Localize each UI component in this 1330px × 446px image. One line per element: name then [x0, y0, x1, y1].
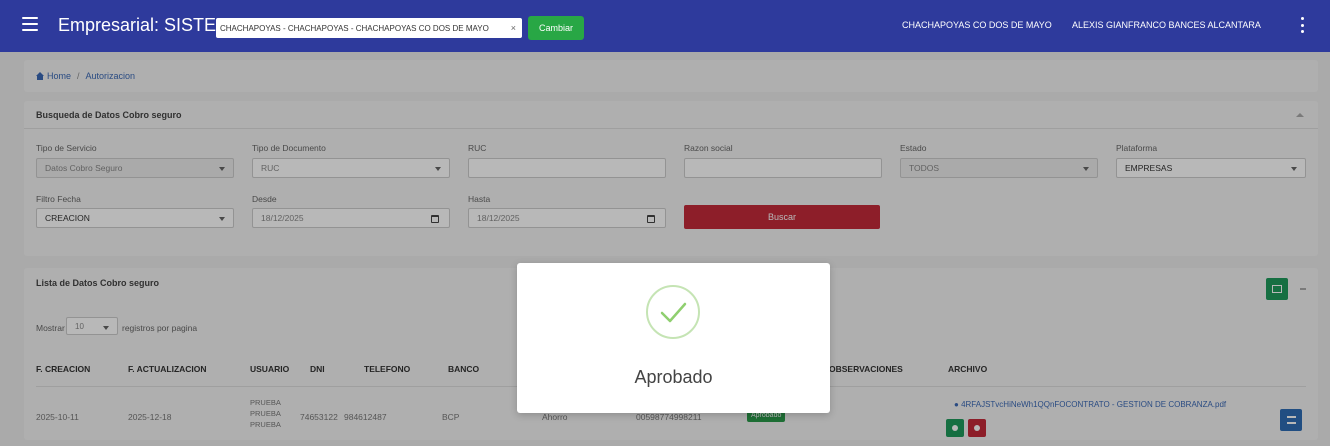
success-modal: Aprobado: [517, 263, 830, 413]
change-button[interactable]: Cambiar: [528, 16, 584, 40]
branch-select-value: CHACHAPOYAS - CHACHAPOYAS - CHACHAPOYAS …: [220, 23, 489, 33]
branch-select[interactable]: CHACHAPOYAS - CHACHAPOYAS - CHACHAPOYAS …: [216, 18, 522, 38]
menu-icon[interactable]: [22, 17, 38, 31]
top-navbar: Empresarial: SISTEMAS CHACHAPOYAS - CHAC…: [0, 0, 1330, 52]
more-options-icon[interactable]: [1299, 17, 1305, 33]
current-branch: CHACHAPOYAS CO DOS DE MAYO: [902, 20, 1052, 30]
modal-title: Aprobado: [634, 367, 713, 387]
clear-icon[interactable]: ×: [511, 23, 516, 33]
success-check-icon: [646, 285, 700, 339]
user-name[interactable]: ALEXIS GIANFRANCO BANCES ALCANTARA: [1072, 20, 1261, 30]
